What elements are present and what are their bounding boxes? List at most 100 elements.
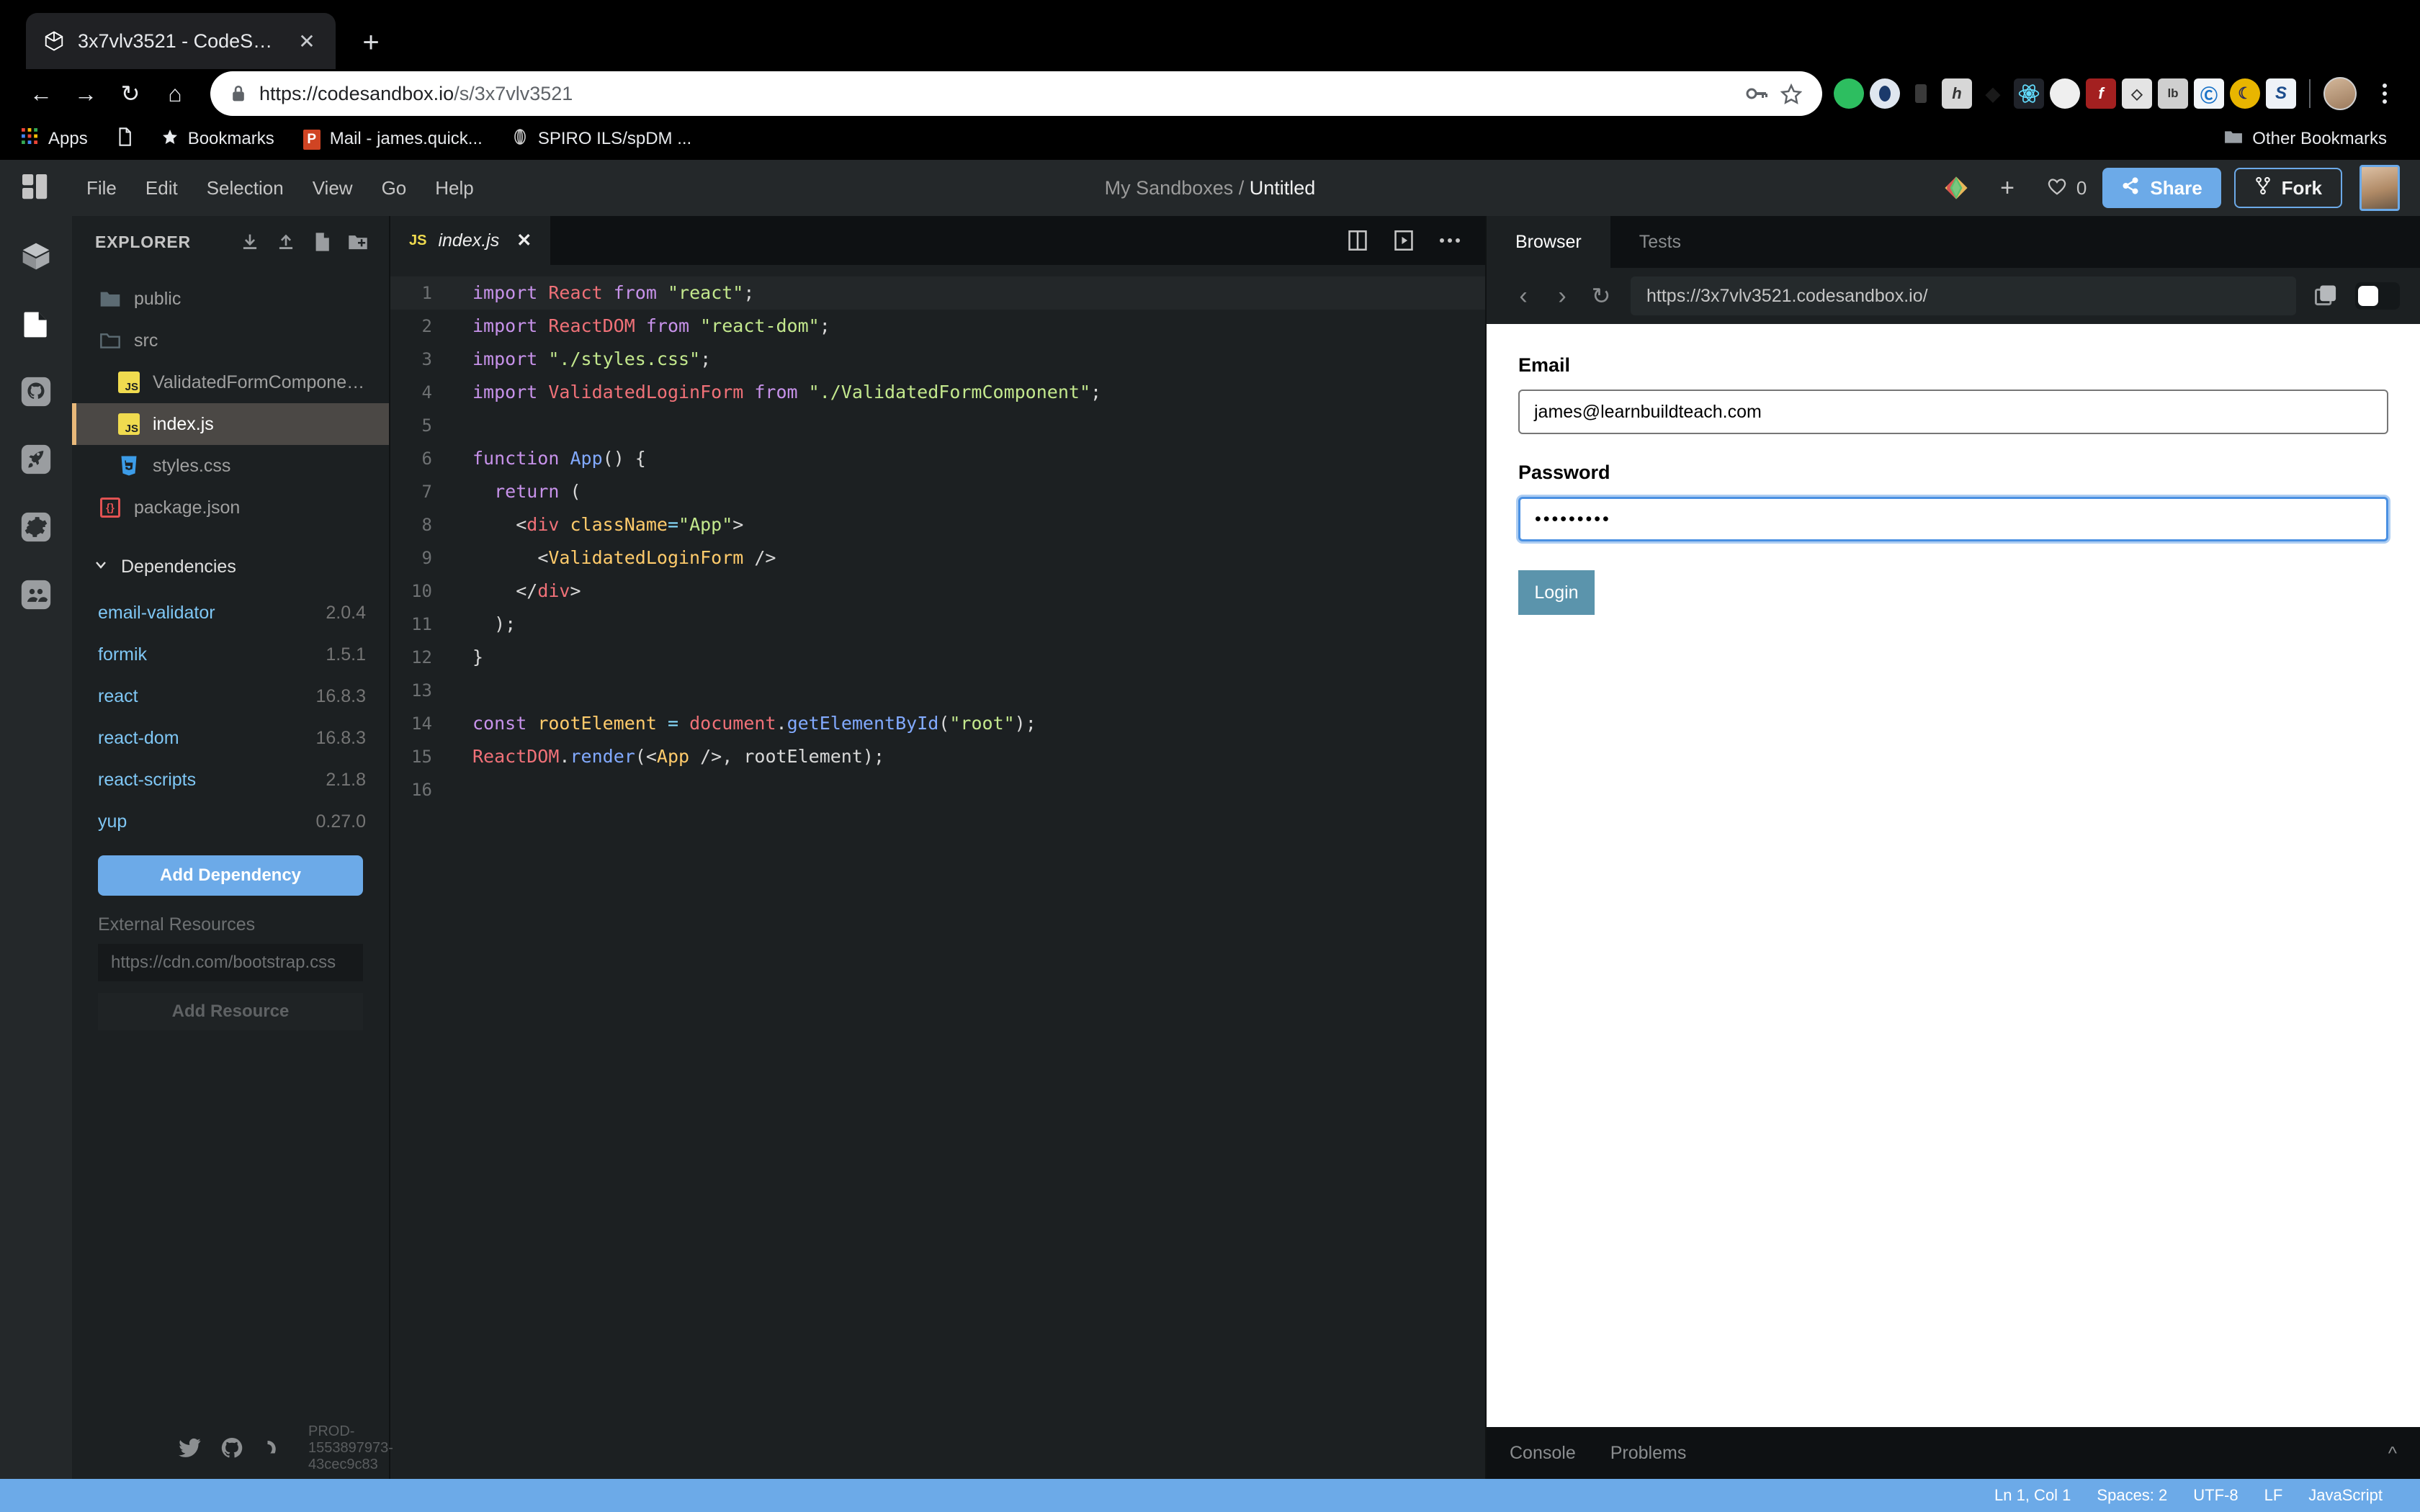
- gear-icon[interactable]: [16, 507, 56, 547]
- code-line[interactable]: 5: [390, 409, 1485, 442]
- open-in-new-window-icon[interactable]: [2309, 279, 2344, 313]
- code-line[interactable]: 8 <div className="App">: [390, 508, 1485, 541]
- preview-url-input[interactable]: https://3x7vlv3521.codesandbox.io/: [1631, 276, 2296, 315]
- code-line[interactable]: 6 function App() {: [390, 442, 1485, 475]
- code-line[interactable]: 11 );: [390, 608, 1485, 641]
- code-line[interactable]: 13: [390, 674, 1485, 707]
- discord-icon[interactable]: [262, 1436, 284, 1460]
- tree-item-src[interactable]: src: [72, 320, 389, 361]
- colored-diamond-icon[interactable]: [1928, 176, 1984, 200]
- extension-react-devtools-icon[interactable]: [2014, 78, 2044, 109]
- code-line[interactable]: 16: [390, 773, 1485, 806]
- browser-tab[interactable]: 3x7vlv3521 - CodeSandbox ✕: [26, 13, 336, 69]
- status-indentation[interactable]: Spaces: 2: [2084, 1486, 2180, 1505]
- menu-file[interactable]: File: [72, 160, 131, 216]
- tree-item-styles-css[interactable]: styles.css: [72, 445, 389, 487]
- code-line[interactable]: 3 import "./styles.css";: [390, 343, 1485, 376]
- code-line[interactable]: 14 const rootElement = document.getElemen…: [390, 707, 1485, 740]
- add-dependency-button[interactable]: Add Dependency: [98, 855, 363, 896]
- code-line[interactable]: 10 </div>: [390, 575, 1485, 608]
- status-language-mode[interactable]: JavaScript: [2295, 1486, 2396, 1505]
- tree-item-package-json[interactable]: {} package.json: [72, 487, 389, 528]
- chevron-up-icon[interactable]: ^: [2388, 1442, 2397, 1464]
- extension-diamond-icon[interactable]: ◆: [1978, 78, 2008, 109]
- status-line-ending[interactable]: LF: [2251, 1486, 2296, 1505]
- people-icon[interactable]: [16, 575, 56, 615]
- extension-flash-icon[interactable]: f: [2086, 78, 2116, 109]
- extension-white-oval-icon[interactable]: [2050, 78, 2080, 109]
- tree-item-validatedformcomponent[interactable]: JS ValidatedFormCompone…: [72, 361, 389, 403]
- dependency-row[interactable]: react-dom 16.8.3: [72, 717, 389, 759]
- preview-back-icon[interactable]: ‹: [1504, 276, 1543, 315]
- bookmark-separator-doc[interactable]: [102, 122, 147, 156]
- add-button[interactable]: +: [1984, 174, 2030, 202]
- like-group[interactable]: 0: [2030, 176, 2102, 201]
- preview-icon[interactable]: [1392, 228, 1416, 253]
- download-icon[interactable]: [239, 231, 261, 253]
- menu-help[interactable]: Help: [421, 160, 488, 216]
- user-avatar[interactable]: [2360, 165, 2400, 211]
- menu-selection[interactable]: Selection: [192, 160, 298, 216]
- editor-tab-index-js[interactable]: JS index.js ✕: [390, 216, 551, 265]
- status-encoding[interactable]: UTF-8: [2180, 1486, 2251, 1505]
- other-bookmarks-button[interactable]: Other Bookmarks: [2210, 122, 2401, 156]
- close-icon[interactable]: ✕: [294, 28, 320, 54]
- home-icon[interactable]: ⌂: [153, 71, 197, 116]
- extension-moon-icon[interactable]: ☾: [2230, 78, 2260, 109]
- tree-item-public[interactable]: public: [72, 278, 389, 320]
- dependencies-header[interactable]: Dependencies: [72, 541, 389, 592]
- fork-button[interactable]: Fork: [2233, 168, 2342, 208]
- forward-icon[interactable]: →: [63, 71, 108, 116]
- split-pane-icon[interactable]: [1345, 228, 1370, 253]
- dependency-row[interactable]: email-validator 2.0.4: [72, 592, 389, 634]
- code-line[interactable]: 12}: [390, 641, 1485, 674]
- email-field[interactable]: james@learnbuildteach.com: [1518, 390, 2388, 434]
- new-file-icon[interactable]: [311, 231, 333, 253]
- code-line[interactable]: 4 import ValidatedLoginForm from "./Valid…: [390, 376, 1485, 409]
- key-icon[interactable]: [1746, 85, 1767, 102]
- star-icon[interactable]: [1780, 83, 1802, 104]
- code-line[interactable]: 9 <ValidatedLoginForm />: [390, 541, 1485, 575]
- extension-lb-icon[interactable]: lb: [2158, 78, 2188, 109]
- tab-problems[interactable]: Problems: [1593, 1443, 1704, 1464]
- dependency-row[interactable]: yup 0.27.0: [72, 801, 389, 842]
- menu-edit[interactable]: Edit: [131, 160, 192, 216]
- password-field[interactable]: •••••••••: [1518, 497, 2388, 541]
- code-line[interactable]: 1 import React from "react";: [390, 276, 1485, 310]
- bookmark-spiro[interactable]: SPIRO ILS/spDM ...: [497, 122, 706, 156]
- address-bar[interactable]: https://codesandbox.io/s/3x7vlv3521: [210, 71, 1822, 116]
- close-icon[interactable]: ✕: [516, 230, 532, 251]
- dependency-row[interactable]: formik 1.5.1: [72, 634, 389, 675]
- tab-browser[interactable]: Browser: [1487, 216, 1610, 268]
- extension-pencil-icon[interactable]: [1906, 78, 1936, 109]
- reload-icon[interactable]: ↻: [108, 71, 153, 116]
- menu-go[interactable]: Go: [367, 160, 421, 216]
- extension-s-icon[interactable]: S: [2266, 78, 2296, 109]
- profile-avatar[interactable]: [2323, 77, 2357, 110]
- extension-honey-icon[interactable]: h: [1942, 78, 1972, 109]
- share-button[interactable]: Share: [2102, 168, 2221, 208]
- new-folder-icon[interactable]: [347, 231, 369, 253]
- tab-tests[interactable]: Tests: [1610, 216, 1710, 268]
- code-line[interactable]: 2 import ReactDOM from "react-dom";: [390, 310, 1485, 343]
- more-options-icon[interactable]: [1438, 228, 1462, 253]
- external-resource-input[interactable]: https://cdn.com/bootstrap.css: [98, 944, 363, 981]
- status-cursor-position[interactable]: Ln 1, Col 1: [1981, 1486, 2084, 1505]
- new-tab-button[interactable]: +: [349, 20, 393, 65]
- extension-blue-ring-icon[interactable]: [1870, 78, 1900, 109]
- preview-forward-icon[interactable]: ›: [1543, 276, 1582, 315]
- responsive-toggle[interactable]: [2355, 282, 2400, 310]
- extension-grammarly-icon[interactable]: Ⓒ: [2194, 78, 2224, 109]
- extension-tag-icon[interactable]: ◇: [2122, 78, 2152, 109]
- twitter-icon[interactable]: [179, 1436, 202, 1460]
- cube-icon[interactable]: [16, 236, 56, 276]
- github-icon[interactable]: [16, 372, 56, 412]
- upload-icon[interactable]: [275, 231, 297, 253]
- tab-console[interactable]: Console: [1510, 1443, 1593, 1464]
- tree-item-index-js[interactable]: JS index.js: [72, 403, 389, 445]
- github-icon[interactable]: [220, 1436, 243, 1460]
- dependency-row[interactable]: react-scripts 2.1.8: [72, 759, 389, 801]
- login-button[interactable]: Login: [1518, 570, 1595, 615]
- bookmark-mail[interactable]: P Mail - james.quick...: [289, 122, 497, 156]
- dependency-row[interactable]: react 16.8.3: [72, 675, 389, 717]
